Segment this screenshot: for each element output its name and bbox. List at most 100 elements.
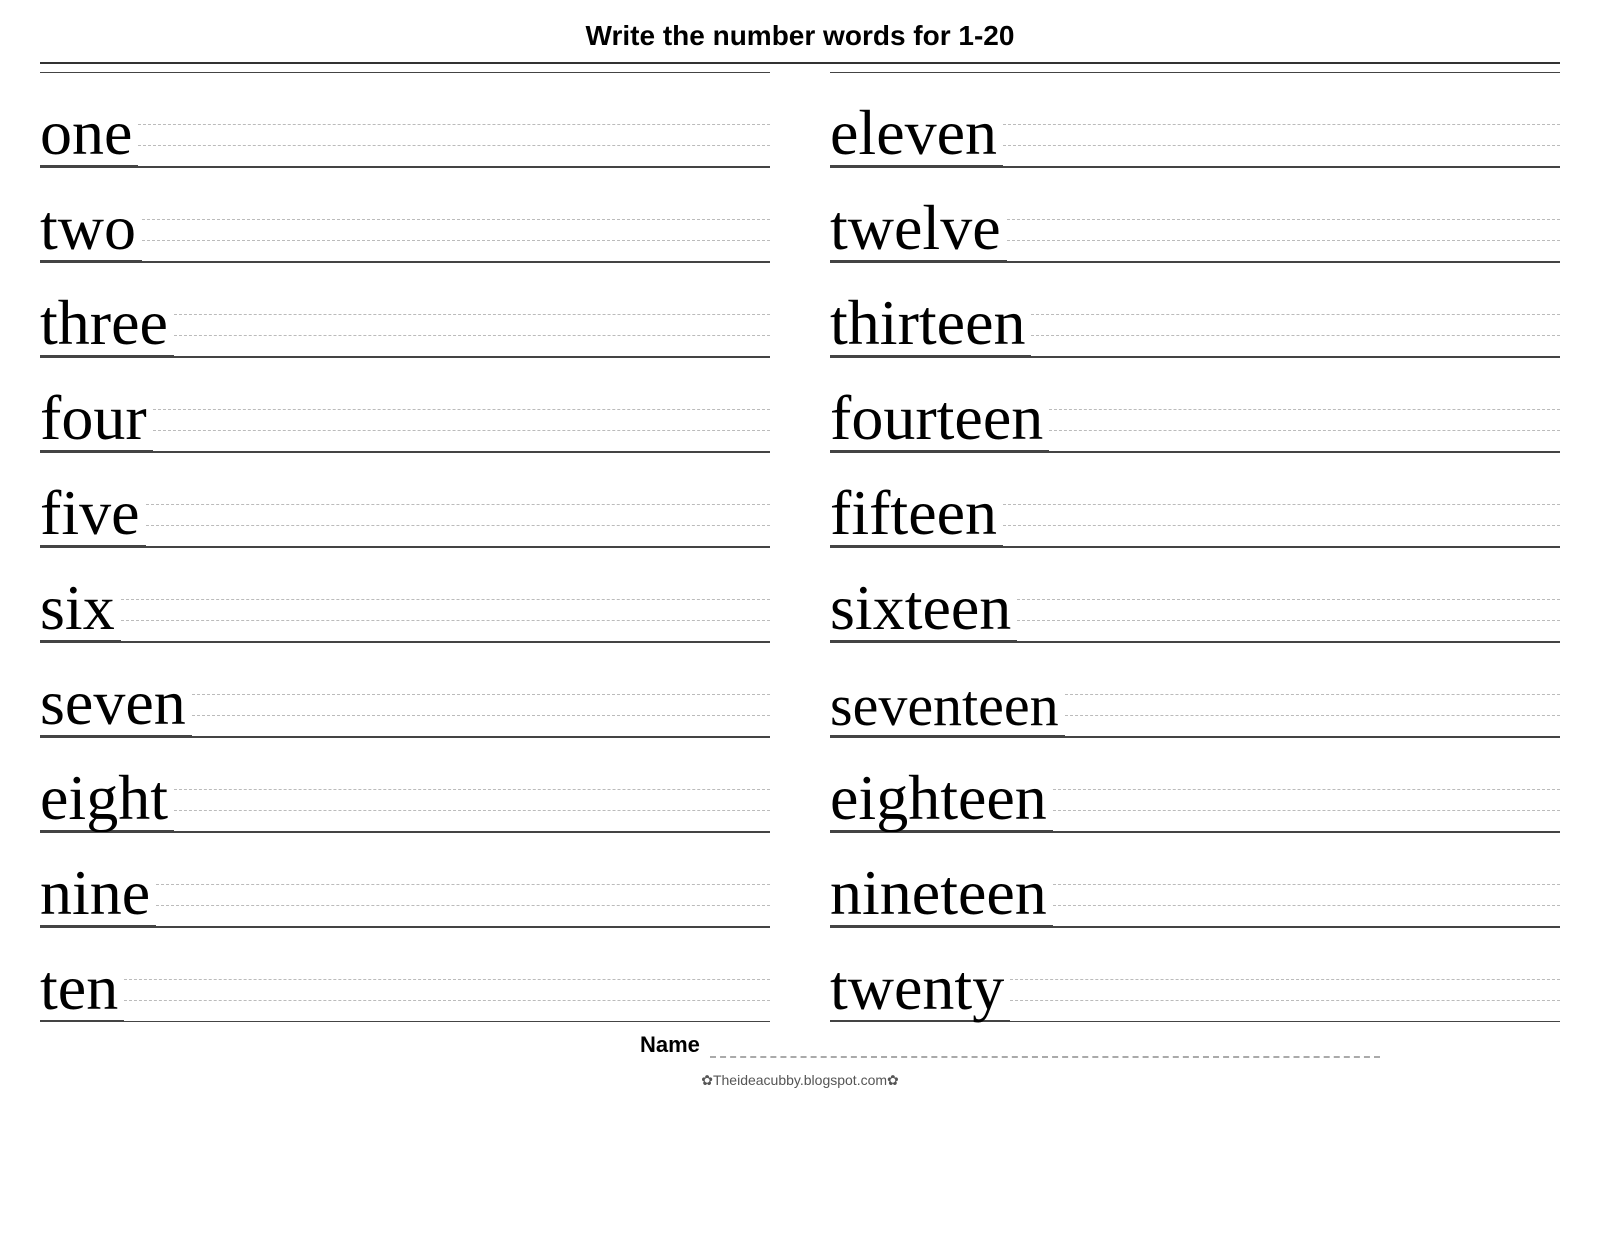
dashed-line: [138, 124, 770, 125]
write-lines-four: [153, 409, 770, 452]
entry-seventeen: seventeen: [830, 642, 1560, 737]
dashed-line: [142, 219, 770, 220]
word-ten: ten: [40, 956, 124, 1022]
dashed-line: [156, 884, 770, 885]
dashed-line: [192, 694, 770, 695]
write-lines-seventeen: [1065, 694, 1560, 737]
dashed-line: [146, 525, 771, 526]
write-lines-twenty: [1010, 979, 1560, 1022]
write-lines-twelve: [1007, 219, 1560, 262]
dashed-line: [1007, 240, 1560, 241]
dashed-line: [138, 145, 770, 146]
entry-eighteen: eighteen: [830, 737, 1560, 832]
word-seventeen: seventeen: [830, 677, 1065, 737]
word-thirteen: thirteen: [830, 291, 1031, 357]
dashed-line: [1003, 525, 1560, 526]
dashed-line: [1010, 1000, 1560, 1001]
dashed-line: [1017, 599, 1560, 600]
dashed-line: [174, 314, 770, 315]
word-seven: seven: [40, 671, 192, 737]
entry-one: one: [40, 72, 770, 167]
entry-twenty: twenty: [830, 927, 1560, 1022]
word-fifteen: fifteen: [830, 481, 1003, 547]
write-lines-five: [146, 504, 771, 547]
dashed-line: [192, 715, 770, 716]
entry-four: four: [40, 357, 770, 452]
write-lines-six: [121, 599, 770, 642]
dashed-line: [1003, 504, 1560, 505]
dashed-line: [146, 504, 771, 505]
dashed-line: [1065, 694, 1560, 695]
entry-six: six: [40, 547, 770, 642]
dashed-line: [1031, 335, 1560, 336]
write-lines-ten: [124, 979, 770, 1022]
entry-thirteen: thirteen: [830, 262, 1560, 357]
dashed-line: [1053, 884, 1560, 885]
word-six: six: [40, 576, 121, 642]
write-lines-nine: [156, 884, 770, 927]
write-lines-three: [174, 314, 770, 357]
word-four: four: [40, 386, 153, 452]
dashed-line: [124, 1000, 770, 1001]
dashed-line: [1065, 715, 1560, 716]
top-divider: [40, 62, 1560, 64]
entry-five: five: [40, 452, 770, 547]
entry-nine: nine: [40, 832, 770, 927]
dashed-line: [1007, 219, 1560, 220]
dashed-line: [174, 335, 770, 336]
dashed-line: [174, 789, 770, 790]
dashed-line: [1049, 430, 1560, 431]
word-five: five: [40, 481, 146, 547]
dashed-line: [121, 620, 770, 621]
page-title: Write the number words for 1-20: [586, 20, 1015, 52]
dashed-line: [1003, 124, 1560, 125]
dashed-line: [1053, 789, 1560, 790]
entry-two: two: [40, 167, 770, 262]
write-lines-eight: [174, 789, 770, 832]
write-lines-nineteen: [1053, 884, 1560, 927]
name-label: Name: [640, 1032, 700, 1058]
word-one: one: [40, 101, 138, 167]
write-lines-sixteen: [1017, 599, 1560, 642]
write-lines-thirteen: [1031, 314, 1560, 357]
dashed-line: [1053, 905, 1560, 906]
footer-text: ✿Theideacubby.blogspot.com✿: [701, 1072, 899, 1089]
word-twelve: twelve: [830, 196, 1007, 262]
word-eighteen: eighteen: [830, 766, 1053, 832]
name-row: Name: [640, 1032, 1380, 1064]
entry-twelve: twelve: [830, 167, 1560, 262]
dashed-line: [1017, 620, 1560, 621]
dashed-line: [153, 409, 770, 410]
word-fourteen: fourteen: [830, 386, 1049, 452]
dashed-line: [153, 430, 770, 431]
solid-line: [1010, 1021, 1560, 1022]
dashed-line: [1049, 409, 1560, 410]
entry-fifteen: fifteen: [830, 452, 1560, 547]
entry-sixteen: sixteen: [830, 547, 1560, 642]
word-sixteen: sixteen: [830, 576, 1017, 642]
dashed-line: [1003, 145, 1560, 146]
dashed-line: [124, 979, 770, 980]
word-nine: nine: [40, 861, 156, 927]
word-twenty: twenty: [830, 956, 1010, 1022]
entry-seven: seven: [40, 642, 770, 737]
word-two: two: [40, 196, 142, 262]
worksheet: one eleven two: [40, 72, 1560, 1022]
solid-line: [124, 1021, 770, 1022]
word-eleven: eleven: [830, 101, 1003, 167]
dashed-line: [121, 599, 770, 600]
dashed-line: [156, 905, 770, 906]
write-lines-eighteen: [1053, 789, 1560, 832]
dashed-line: [1053, 810, 1560, 811]
word-eight: eight: [40, 766, 174, 832]
word-nineteen: nineteen: [830, 861, 1053, 927]
entry-three: three: [40, 262, 770, 357]
dashed-line: [142, 240, 770, 241]
write-lines-one: [138, 124, 770, 167]
write-lines-fourteen: [1049, 409, 1560, 452]
entry-eight: eight: [40, 737, 770, 832]
entry-ten: ten: [40, 927, 770, 1022]
name-write-line[interactable]: [710, 1056, 1380, 1058]
word-three: three: [40, 291, 174, 357]
entry-fourteen: fourteen: [830, 357, 1560, 452]
